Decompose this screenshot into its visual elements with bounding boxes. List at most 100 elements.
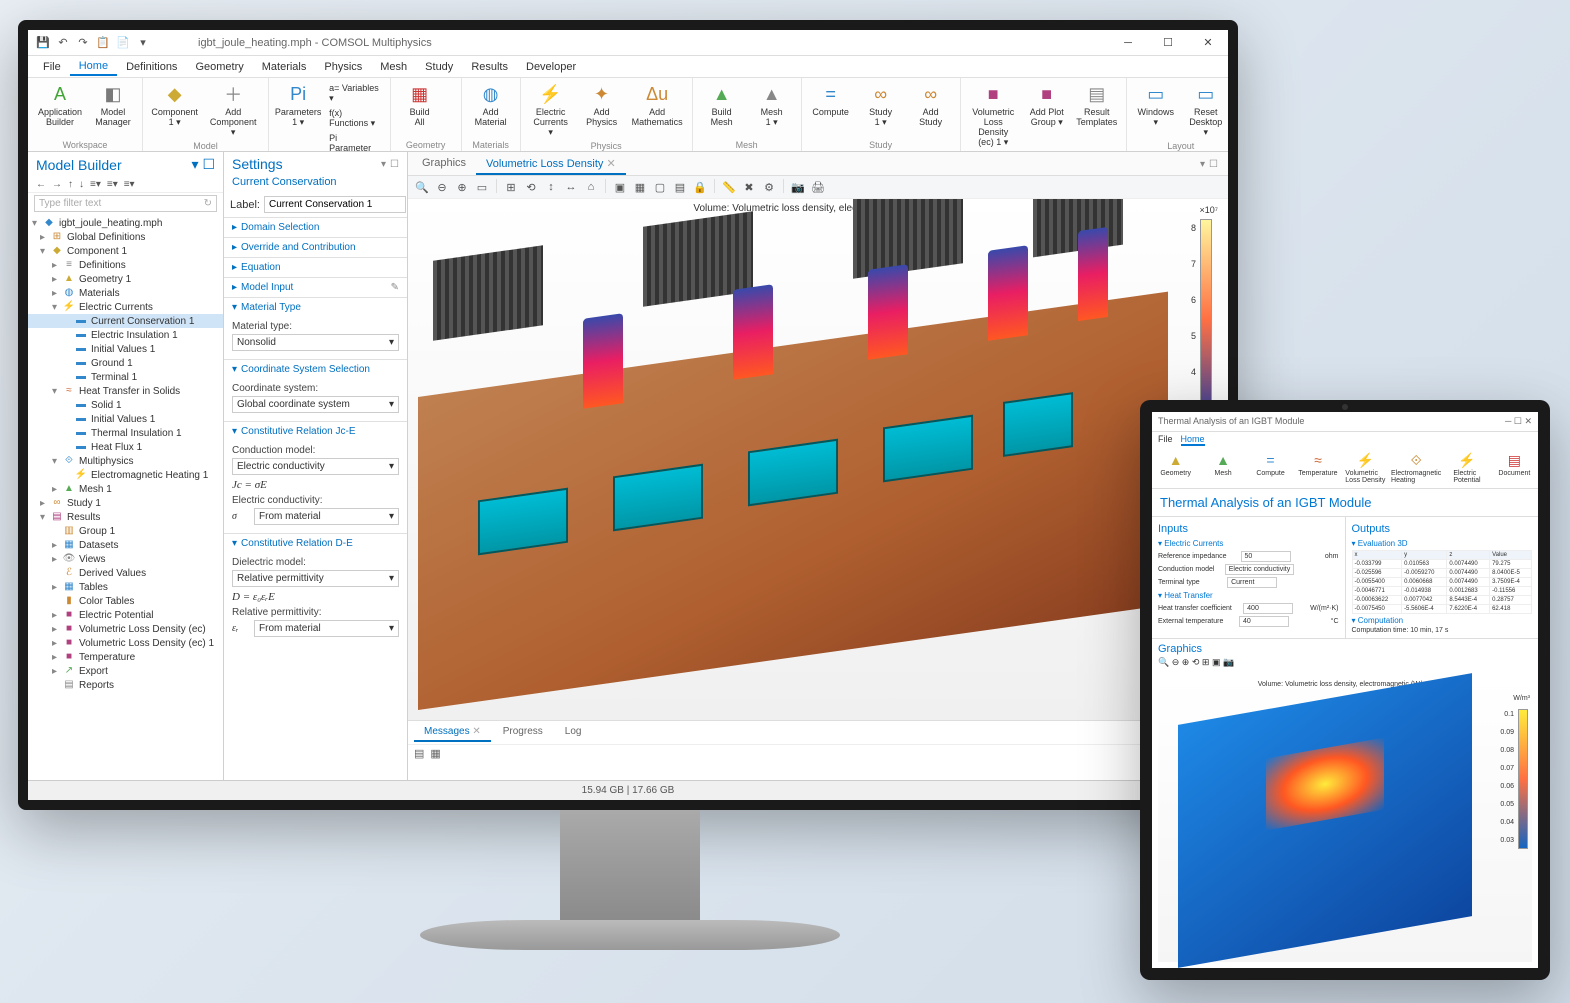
menu-file[interactable]: File <box>34 59 70 75</box>
field-select[interactable]: From material ▾ <box>254 620 399 637</box>
tree-node[interactable]: ▬Ground 1 <box>28 356 223 370</box>
tree-twisty-icon[interactable]: ▸ <box>52 288 62 299</box>
table-row[interactable]: -0.00554000.00606680.00744903.7509E-4 <box>1352 578 1532 587</box>
ribbon-model-manager[interactable]: ◧ModelManager <box>88 80 138 139</box>
ribbon-param-case[interactable]: Pi Parameter Case <box>327 132 382 152</box>
tree-twisty-icon[interactable]: ▾ <box>52 456 62 467</box>
tablet-minimize-button[interactable]: ─ <box>1505 416 1511 426</box>
tree-node[interactable]: ▬Initial Values 1 <box>28 412 223 426</box>
tree-node[interactable]: ▬Thermal Insulation 1 <box>28 426 223 440</box>
tree-twisty-icon[interactable]: ▸ <box>52 484 62 495</box>
tree-node[interactable]: ℰDerived Values <box>28 566 223 580</box>
tree-node[interactable]: ▾⟐Multiphysics <box>28 454 223 468</box>
lock-icon[interactable]: 🔒 <box>692 179 708 195</box>
section-header[interactable]: ▸Override and Contribution <box>224 238 407 257</box>
tree-node[interactable]: ▸👁Views <box>28 552 223 566</box>
select-all-icon[interactable]: ▦ <box>632 179 648 195</box>
select-none-icon[interactable]: ▢ <box>652 179 668 195</box>
tablet-ribbon-btn[interactable]: ⚡ElectricPotential <box>1443 450 1490 486</box>
tree-node[interactable]: ▸▦Tables <box>28 580 223 594</box>
zoom-extents-icon[interactable]: ⊕ <box>454 179 470 195</box>
ribbon-add-component[interactable]: ＋AddComponent ▾ <box>202 80 264 140</box>
ribbon-mesh[interactable]: ▲Mesh1 ▾ <box>747 80 797 139</box>
tree-twisty-icon[interactable]: ▾ <box>52 302 62 313</box>
panel-minimize-icon[interactable]: ☐ <box>390 159 399 170</box>
print-icon[interactable]: 🖨 <box>810 179 826 195</box>
tree-twisty-icon[interactable]: ▾ <box>32 218 42 229</box>
menu-home[interactable]: Home <box>70 58 117 76</box>
table-row[interactable]: -0.0075450-5.5606E-47.6220E-462.418 <box>1352 605 1532 614</box>
ribbon-result-templates[interactable]: ▤ResultTemplates <box>1072 80 1122 150</box>
settings-icon[interactable]: ⚙ <box>761 179 777 195</box>
zoom-out-icon[interactable]: ⊖ <box>1172 657 1180 667</box>
tree-twisty-icon[interactable]: ▸ <box>52 260 62 271</box>
zoom-ext-icon[interactable]: ⊕ <box>1182 657 1190 667</box>
tablet-ribbon-btn[interactable]: ▲Geometry <box>1152 450 1199 486</box>
field-select[interactable]: Electric conductivity ▾ <box>232 458 399 475</box>
tree-node[interactable]: ▸≡Definitions <box>28 258 223 272</box>
field-select[interactable]: From material ▾ <box>254 508 399 525</box>
tree-node[interactable]: ▥Group 1 <box>28 524 223 538</box>
table-row[interactable]: -0.0046771-0.0149380.0012683-0.11556 <box>1352 587 1532 596</box>
field-select[interactable]: Nonsolid ▾ <box>232 334 399 351</box>
ribbon-windows[interactable]: ▭Windows▾ <box>1131 80 1181 140</box>
tablet-ribbon-btn[interactable]: ⟐ElectromagneticHeating <box>1389 450 1443 486</box>
undo-icon[interactable]: ↶ <box>56 36 70 50</box>
maximize-button[interactable]: ☐ <box>1148 30 1188 56</box>
tree-node[interactable]: ▬Solid 1 <box>28 398 223 412</box>
tree-node[interactable]: ▸↗Export <box>28 664 223 678</box>
tree-twisty-icon[interactable]: ▸ <box>52 610 62 621</box>
nav-down-icon[interactable]: ↓ <box>79 179 84 190</box>
ribbon-variables[interactable]: a= Variables ▾ <box>327 82 382 105</box>
tree-twisty-icon[interactable]: ▸ <box>52 666 62 677</box>
tree-node[interactable]: ▾◆igbt_joule_heating.mph <box>28 216 223 230</box>
default-view-icon[interactable]: ⌂ <box>583 179 599 195</box>
tree-twisty-icon[interactable]: ▸ <box>40 498 50 509</box>
tablet-menu-home[interactable]: Home <box>1181 434 1205 446</box>
tree-node[interactable]: ▸∞Study 1 <box>28 496 223 510</box>
ribbon-add-material[interactable]: ◍AddMaterial <box>466 80 516 139</box>
menu-physics[interactable]: Physics <box>315 59 371 75</box>
menu-geometry[interactable]: Geometry <box>186 59 252 75</box>
close-button[interactable]: ✕ <box>1188 30 1228 56</box>
tree-node[interactable]: ▸▲Mesh 1 <box>28 482 223 496</box>
section-header[interactable]: ▸Equation <box>224 258 407 277</box>
bottom-tab-messages[interactable]: Messages ✕ <box>414 723 491 742</box>
refresh-icon[interactable]: ↻ <box>204 198 212 209</box>
view-yz-icon[interactable]: ↕ <box>543 179 559 195</box>
tree-node[interactable]: ▮Color Tables <box>28 594 223 608</box>
qat-more-icon[interactable]: ▾ <box>136 36 150 50</box>
rotate-icon[interactable]: ⟲ <box>1192 657 1200 667</box>
close-tab-icon[interactable]: ✕ <box>606 158 615 170</box>
menu-mesh[interactable]: Mesh <box>371 59 416 75</box>
ribbon-app-builder[interactable]: AApplicationBuilder <box>32 80 88 139</box>
section-header[interactable]: ▸Model Input✎ <box>224 278 407 297</box>
panel-minimize-icon[interactable]: ☐ <box>202 156 215 172</box>
field-input[interactable]: Electric conductivity <box>1225 564 1294 575</box>
section-header[interactable]: ▾Constitutive Relation D-E <box>224 534 407 553</box>
panel-menu-icon[interactable]: ▾ <box>192 156 199 172</box>
delete-icon[interactable]: ✖ <box>741 179 757 195</box>
tree-twisty-icon[interactable]: ▸ <box>40 232 50 243</box>
tree-node[interactable]: ▾◆Component 1 <box>28 244 223 258</box>
menu-results[interactable]: Results <box>462 59 517 75</box>
nav-fwd-icon[interactable]: → <box>52 179 62 190</box>
ribbon-build-mesh[interactable]: ▲BuildMesh <box>697 80 747 139</box>
show-icon[interactable]: ≡▾ <box>124 179 135 190</box>
minimize-button[interactable]: ─ <box>1108 30 1148 56</box>
tree-filter[interactable]: Type filter text ↻ <box>34 195 217 212</box>
camera-icon[interactable]: 📷 <box>1223 657 1234 667</box>
graphics-tab[interactable]: Graphics <box>412 154 476 175</box>
zoom-in-icon[interactable]: 🔍 <box>414 179 430 195</box>
tree-node[interactable]: ▬Heat Flux 1 <box>28 440 223 454</box>
ribbon-electric-currents[interactable]: ⚡ElectricCurrents ▾ <box>525 80 577 140</box>
tree-twisty-icon[interactable]: ▸ <box>52 638 62 649</box>
expand-icon[interactable]: ≡▾ <box>90 179 101 190</box>
clear-icon[interactable]: ▤ <box>414 747 424 760</box>
ribbon-add-physics[interactable]: ✦AddPhysics <box>577 80 627 140</box>
ribbon-add-plot[interactable]: ■Add PlotGroup ▾ <box>1022 80 1072 150</box>
panel-max-icon[interactable]: ☐ <box>1209 159 1218 170</box>
ribbon-livelink[interactable] <box>449 111 453 113</box>
ribbon-study[interactable]: ∞Study1 ▾ <box>856 80 906 139</box>
tree-twisty-icon[interactable]: ▸ <box>52 652 62 663</box>
